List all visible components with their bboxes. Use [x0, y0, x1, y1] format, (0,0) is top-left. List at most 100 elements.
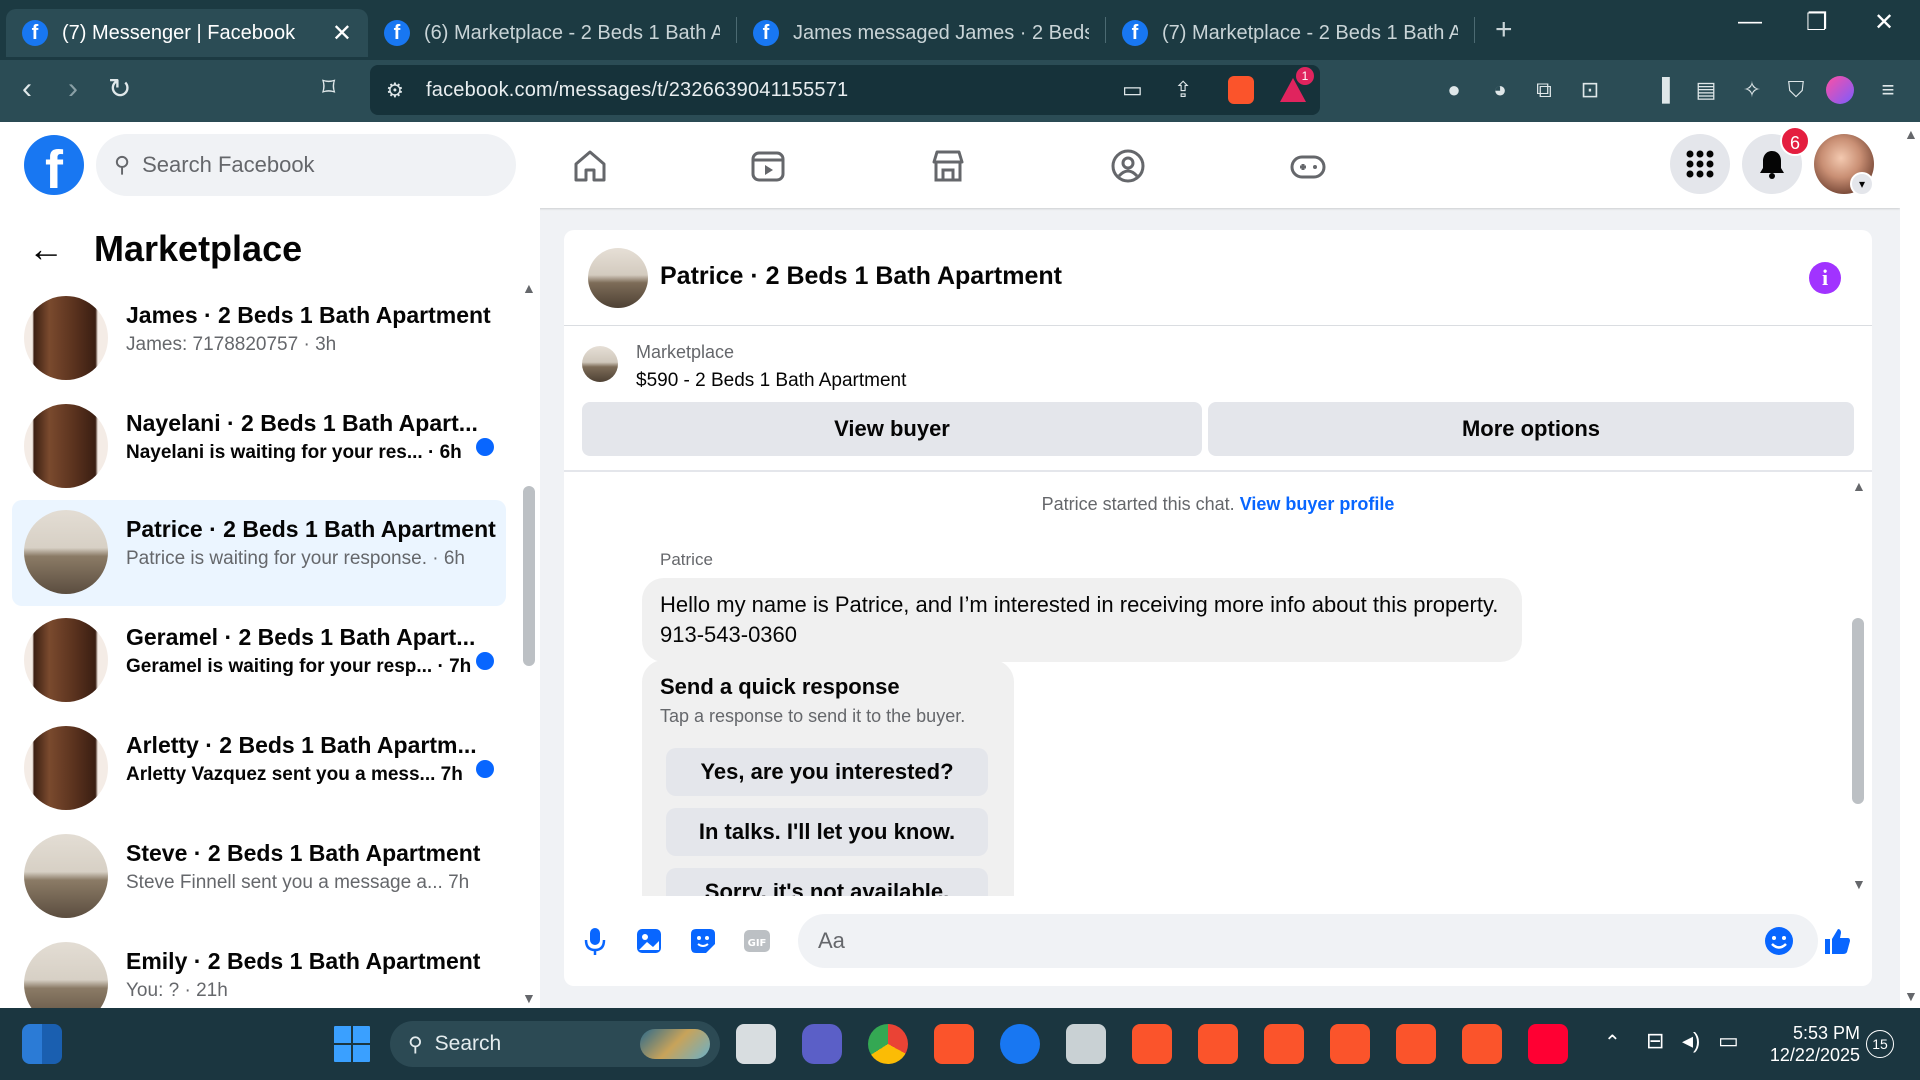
extensions-icon[interactable]: ⧉ — [1530, 76, 1558, 104]
brave-profile-icon[interactable] — [1198, 1024, 1238, 1064]
gaming-icon[interactable] — [1288, 146, 1328, 186]
conversation-item[interactable]: Arletty · 2 Beds 1 Bath Apartm... Arlett… — [12, 716, 506, 822]
chat-avatar[interactable] — [588, 248, 648, 308]
new-tab-icon[interactable]: + — [1495, 13, 1513, 47]
scroll-up-icon[interactable]: ▲ — [1852, 478, 1866, 494]
wallet-icon[interactable]: ▤ — [1692, 76, 1720, 104]
reload-icon[interactable]: ↻ — [108, 72, 131, 105]
conversation-item[interactable]: Emily · 2 Beds 1 Bath Apartment You: ? ·… — [12, 932, 506, 1008]
record-icon[interactable]: ● — [1440, 76, 1468, 104]
cast-icon[interactable]: ▭ — [1122, 77, 1143, 103]
page-scrollbar[interactable]: ▲ ▼ — [1900, 122, 1920, 1008]
battery-icon[interactable]: ▭ — [1718, 1028, 1739, 1054]
restore-icon[interactable]: ❐ — [1806, 8, 1828, 37]
windows-start-icon[interactable] — [332, 1024, 372, 1064]
tab-marketplace-2[interactable]: f (7) Marketplace - 2 Beds 1 Bath Apart — [1106, 9, 1474, 57]
tab-james-message[interactable]: f James messaged James · 2 Beds 1 Ba — [737, 9, 1105, 57]
sticker-icon[interactable] — [688, 926, 718, 956]
message-list: Patrice started this chat. View buyer pr… — [564, 472, 1872, 896]
profile-icon[interactable] — [1826, 76, 1854, 104]
conversation-item-selected[interactable]: Patrice · 2 Beds 1 Bath Apartment Patric… — [12, 500, 506, 606]
conversation-item[interactable]: Nayelani · 2 Beds 1 Bath Apart... Nayela… — [12, 394, 506, 500]
back-icon[interactable]: ‹ — [22, 72, 32, 106]
microphone-icon[interactable] — [580, 926, 610, 956]
conversation-name: Patrice · 2 Beds 1 Bath Apartment — [126, 516, 496, 542]
menu-grid-icon[interactable] — [1670, 134, 1730, 194]
address-bar[interactable]: ⚙ facebook.com/messages/t/23266390411555… — [370, 65, 1320, 115]
minimize-icon[interactable]: — — [1738, 8, 1762, 36]
volume-icon[interactable]: ◂) — [1682, 1028, 1700, 1054]
listing-title[interactable]: $590 - 2 Beds 1 Bath Apartment — [636, 370, 906, 392]
message-input[interactable]: Aa — [798, 914, 1818, 968]
chat-panel: Patrice · 2 Beds 1 Bath Apartment i Mark… — [564, 230, 1872, 986]
more-options-button[interactable]: More options — [1208, 402, 1854, 456]
scroll-down-icon[interactable]: ▼ — [1852, 876, 1866, 892]
brave-profile-icon[interactable] — [1132, 1024, 1172, 1064]
brave-icon[interactable] — [934, 1024, 974, 1064]
rewards-badge: 1 — [1296, 67, 1314, 85]
conversation-name: Nayelani · 2 Beds 1 Bath Apart... — [126, 410, 478, 436]
tab-messenger[interactable]: f (7) Messenger | Facebook ✕ — [6, 9, 368, 57]
conversation-item[interactable]: James · 2 Beds 1 Bath Apartment James: 7… — [12, 286, 506, 392]
chat-scrollbar[interactable] — [1852, 618, 1864, 804]
view-buyer-profile-link[interactable]: View buyer profile — [1240, 494, 1395, 514]
chrome-icon[interactable] — [868, 1024, 908, 1064]
conversation-preview: Geramel is waiting for your resp... · 7h — [126, 656, 472, 677]
close-tab-icon[interactable]: ✕ — [332, 19, 352, 48]
home-icon[interactable] — [570, 146, 610, 186]
clock[interactable]: 5:53 PM 12/22/2025 — [1760, 1022, 1860, 1066]
scroll-up-icon[interactable]: ▲ — [522, 280, 536, 296]
brave-shields-icon[interactable] — [1228, 76, 1254, 104]
app-icon[interactable] — [1066, 1024, 1106, 1064]
sidebar-icon[interactable]: ▐ — [1648, 76, 1676, 104]
facebook-app-icon[interactable] — [1000, 1024, 1040, 1064]
teams-icon[interactable] — [802, 1024, 842, 1064]
site-settings-icon[interactable]: ⚙ — [386, 78, 404, 103]
gif-icon[interactable]: GIF — [742, 926, 772, 956]
search-input[interactable]: ⚲ Search Facebook — [96, 134, 516, 196]
quick-response-option[interactable]: Yes, are you interested? — [666, 748, 988, 796]
menu-icon[interactable]: ≡ — [1874, 76, 1902, 104]
conversation-item[interactable]: Steve · 2 Beds 1 Bath Apartment Steve Fi… — [12, 824, 506, 930]
sidebar-scrollbar[interactable] — [523, 486, 535, 666]
video-icon[interactable] — [748, 146, 788, 186]
back-arrow-icon[interactable]: ← — [28, 228, 64, 270]
photo-icon[interactable] — [634, 926, 664, 956]
chevron-down-icon[interactable]: ▾ — [1850, 172, 1874, 196]
youtube-icon[interactable] — [1528, 1024, 1568, 1064]
brave-profile-icon[interactable] — [1264, 1024, 1304, 1064]
notification-center-badge[interactable]: 15 — [1866, 1030, 1894, 1058]
view-buyer-button[interactable]: View buyer — [582, 402, 1202, 456]
thumbs-up-icon[interactable] — [1822, 926, 1852, 956]
brave-profile-icon[interactable] — [1396, 1024, 1436, 1064]
share-icon[interactable]: ⇪ — [1174, 77, 1192, 103]
network-icon[interactable]: ⊟ — [1646, 1028, 1664, 1054]
tab-marketplace-1[interactable]: f (6) Marketplace - 2 Beds 1 Bath Apart — [368, 9, 736, 57]
screenshot-icon[interactable]: ⊡ — [1576, 76, 1604, 104]
quick-response-option[interactable]: Sorry, it's not available. — [666, 868, 988, 896]
groups-icon[interactable] — [1108, 146, 1148, 186]
info-icon[interactable]: i — [1809, 262, 1841, 294]
conversation-item[interactable]: Geramel · 2 Beds 1 Bath Apart... Geramel… — [12, 608, 506, 714]
chevron-up-icon[interactable]: ⌃ — [1604, 1030, 1621, 1055]
taskbar-search[interactable]: ⚲ Search — [390, 1021, 720, 1067]
emoji-icon[interactable] — [1764, 926, 1794, 956]
leo-ai-icon[interactable]: ✧ — [1738, 76, 1766, 104]
conversation-name: Geramel · 2 Beds 1 Bath Apart... — [126, 624, 476, 650]
brave-profile-icon[interactable] — [1462, 1024, 1502, 1064]
scroll-down-icon[interactable]: ▼ — [522, 990, 536, 1006]
quick-response-option[interactable]: In talks. I'll let you know. — [666, 808, 988, 856]
scroll-up-icon[interactable]: ▲ — [1904, 126, 1918, 142]
cookie-icon[interactable]: ◕ — [1486, 76, 1514, 104]
marketplace-icon[interactable] — [928, 146, 968, 186]
scroll-down-icon[interactable]: ▼ — [1904, 988, 1918, 1004]
vpn-icon[interactable]: ⛉ — [1782, 76, 1810, 104]
close-window-icon[interactable]: ✕ — [1874, 8, 1894, 37]
brave-profile-icon[interactable] — [1330, 1024, 1370, 1064]
facebook-logo-icon[interactable]: f — [24, 135, 84, 200]
bookmark-icon[interactable]: ⌑ — [322, 72, 335, 103]
task-view-icon[interactable] — [736, 1024, 776, 1064]
forward-icon[interactable]: › — [68, 72, 78, 106]
chat-title[interactable]: Patrice · 2 Beds 1 Bath Apartment — [660, 262, 1062, 291]
widgets-icon[interactable] — [22, 1024, 62, 1064]
